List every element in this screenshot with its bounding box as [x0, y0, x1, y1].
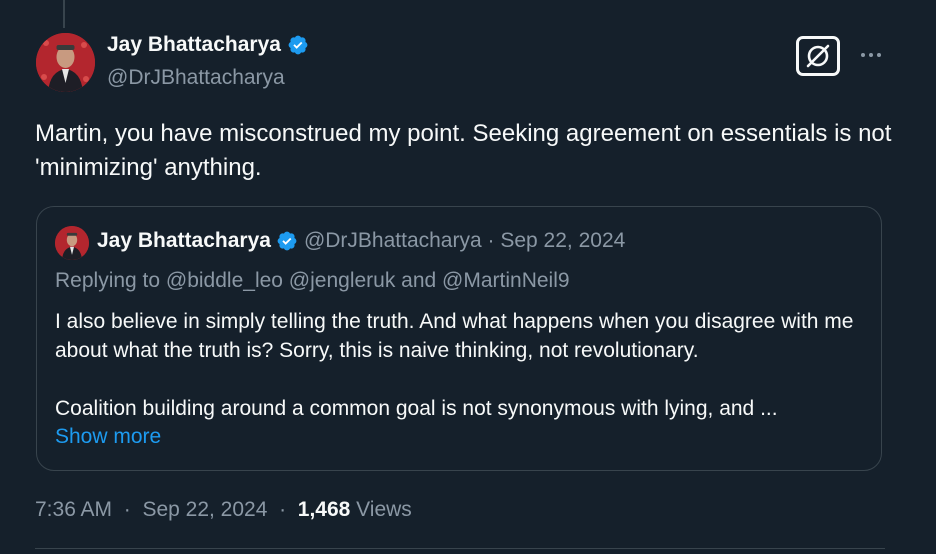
verified-badge-icon	[287, 34, 309, 56]
grok-icon	[806, 44, 830, 68]
quoted-handle[interactable]: @DrJBhattacharya	[304, 229, 482, 253]
quoted-avatar[interactable]	[55, 226, 89, 260]
tweet-date[interactable]: Sep 22, 2024	[142, 498, 267, 521]
quoted-date[interactable]: Sep 22, 2024	[500, 229, 625, 253]
more-horizontal-icon	[861, 53, 881, 57]
quoted-tweet-card[interactable]: Jay Bhattacharya @DrJBhattacharya · Sep …	[36, 206, 882, 471]
grok-button[interactable]	[796, 36, 840, 76]
tweet-time[interactable]: 7:36 AM	[35, 498, 112, 521]
quoted-header: Jay Bhattacharya @DrJBhattacharya · Sep …	[97, 229, 625, 253]
tweet-text: Martin, you have misconstrued my point. …	[35, 120, 892, 181]
quoted-author-name[interactable]: Jay Bhattacharya	[97, 229, 271, 253]
quoted-separator: ·	[487, 229, 495, 252]
author-handle[interactable]: @DrJBhattacharya	[107, 66, 285, 90]
tweet-meta: 7:36 AM · Sep 22, 2024 · 1,468 Views	[35, 498, 412, 522]
replying-to-text: Replying to @biddle_leo @jengleruk and @…	[55, 269, 570, 292]
quoted-paragraph: I also believe in simply telling the tru…	[55, 310, 854, 362]
verified-badge-icon	[276, 230, 298, 252]
quoted-body: I also believe in simply telling the tru…	[55, 307, 870, 423]
meta-separator: ·	[123, 498, 131, 521]
author-name-row: Jay Bhattacharya	[107, 33, 309, 57]
views-label: Views	[356, 498, 412, 521]
tweet: Jay Bhattacharya @DrJBhattacharya Martin…	[0, 0, 936, 554]
thread-connector-line	[63, 0, 65, 28]
more-options-button[interactable]	[856, 40, 886, 70]
avatar[interactable]	[36, 33, 95, 92]
show-more-link[interactable]: Show more	[55, 425, 161, 449]
author-name[interactable]: Jay Bhattacharya	[107, 33, 281, 57]
views-count: 1,468	[297, 498, 351, 521]
quoted-paragraph: Coalition building around a common goal …	[55, 397, 778, 420]
divider	[35, 548, 885, 549]
meta-separator: ·	[279, 498, 287, 521]
